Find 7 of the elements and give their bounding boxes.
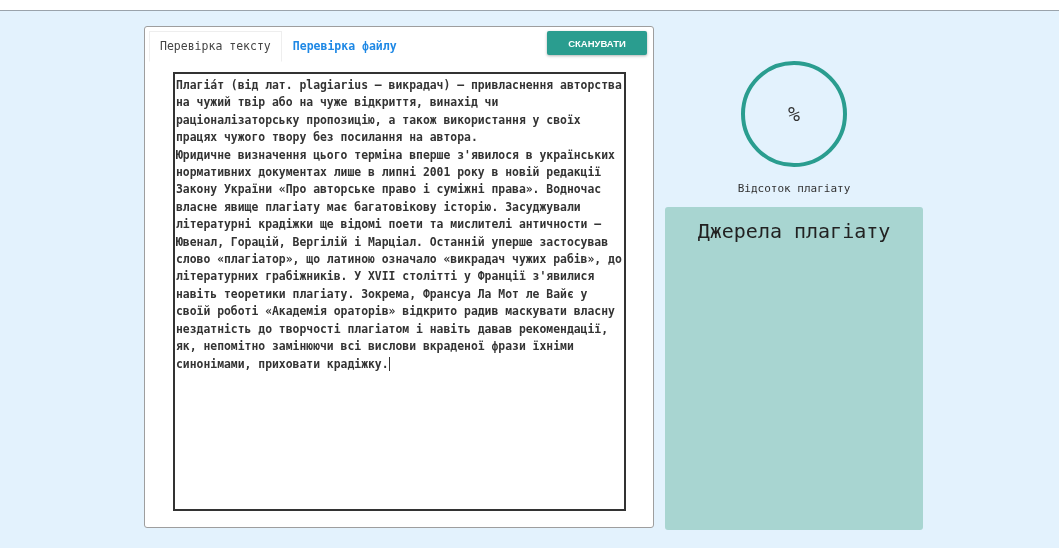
text-area[interactable]: Плагіáт (від лат. plagiarius — викрадач) — привласнення авторства на чужий твір або на чуже відкриття, винахід чи раціоналізаторську пропозицію, а також використання у своїх працях чужого твору без посилання на автора. Юридичне визначення цього терміна вперше з'явилося в українських нормативних документах лише в липні 2001 року в новій редакції Закону України «Про авторське право і суміжні права». Водночас власне явище плагіату має багатовікову історію. Засуджували літературні крадіжки ще відомі поети та мислителі античности — Ювенал, Горацій, Вергілій і Марціал. Останній уперше застосував слово «плагіатор», що латиною означало «викрадач чужих рабів», до літературних грабіжників. У XVII столітті у Франції з'явилися навіть теоретики плагіату. Зокрема, Франсуа Ла Мот ле Вайє у своїй роботі «Академія ораторів» відкрито радив маскувати власну нездатність до творчості плагіатом і навіть давав рекомендації, як, непомітно замінюючи всі вислови вкраденої фрази їхніми синонімами, приховати крадіжку. bbox=[173, 72, 626, 511]
tab[interactable]: Перевірка тексту bbox=[149, 31, 282, 62]
sources-title: Джерела плагіату bbox=[697, 219, 891, 245]
gauge-caption: Відсоток плагіату bbox=[737, 182, 851, 195]
percent-value: % bbox=[787, 102, 800, 126]
tab[interactable]: Перевірка файлу bbox=[281, 31, 408, 62]
text-cursor bbox=[388, 357, 390, 371]
